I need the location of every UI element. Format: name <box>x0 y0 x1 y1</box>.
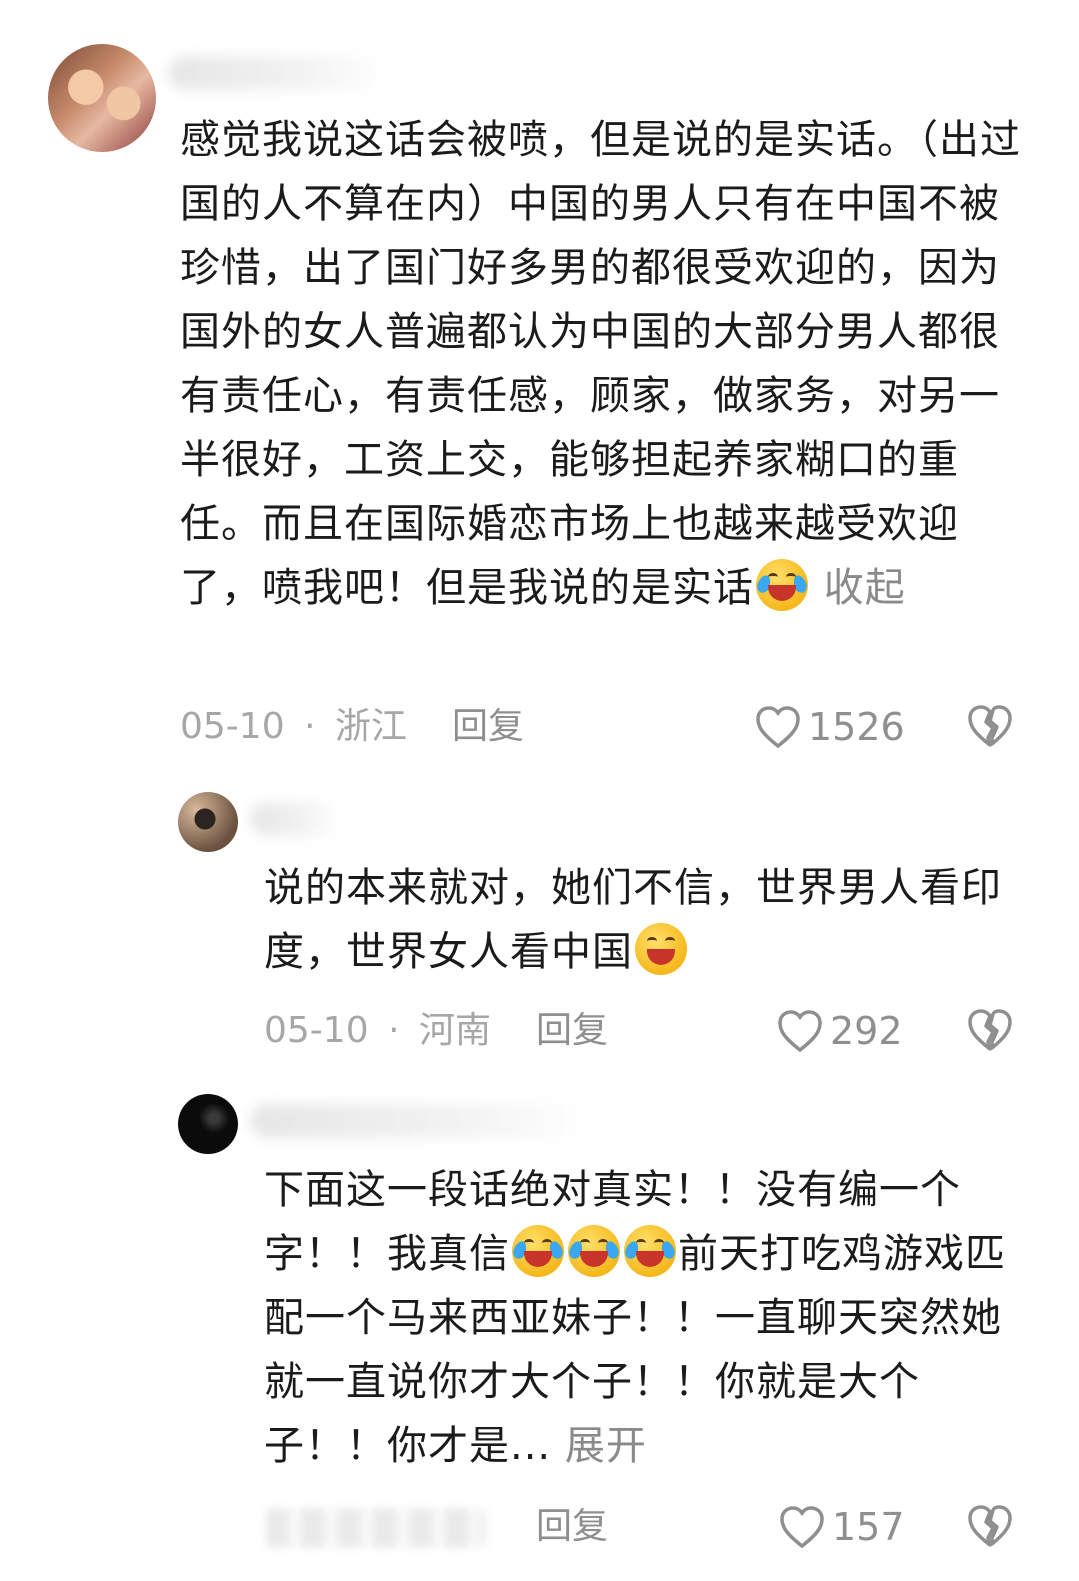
like-count: 1526 <box>808 705 905 749</box>
broken-heart-icon[interactable] <box>966 1006 1014 1054</box>
laugh-cry-emoji <box>567 1225 621 1277</box>
user-avatar[interactable] <box>178 1094 238 1154</box>
like-count: 157 <box>832 1505 905 1549</box>
heart-outline-icon <box>778 1010 822 1053</box>
reply-button[interactable]: 回复 <box>536 1502 608 1552</box>
username-blurred[interactable] <box>250 802 340 836</box>
reply-button[interactable]: 回复 <box>452 702 524 752</box>
comment-location: 浙江 <box>334 706 407 747</box>
broken-heart-icon[interactable] <box>966 1502 1014 1550</box>
meta-separator: · <box>304 706 316 747</box>
laugh-cry-emoji <box>511 1225 565 1277</box>
comment-meta: 05-10 · 河南 <box>264 1006 491 1056</box>
comment-location: 河南 <box>418 1010 491 1051</box>
comment-text: 下面这一段话绝对真实！！没有编一个字！！我真信 前天打吃鸡游戏匹配一个马来西亚妹子… <box>264 1167 1006 1469</box>
username-blurred[interactable] <box>250 1104 590 1138</box>
comment-meta: 05-10 · 浙江 <box>180 702 407 752</box>
user-avatar[interactable] <box>178 792 238 852</box>
comment-text: 感觉我说这话会被喷，但是说的是实话。（出过国的人不算在内）中国的男人只有在中国不… <box>180 117 1021 611</box>
laugh-cry-emoji <box>623 1225 677 1277</box>
broken-heart-icon[interactable] <box>966 702 1014 750</box>
collapse-link[interactable]: 收起 <box>824 565 906 611</box>
username-blurred[interactable] <box>168 56 388 90</box>
heart-outline-icon <box>780 1506 824 1549</box>
user-avatar[interactable] <box>48 44 156 152</box>
comment-2: 说的本来就对，她们不信，世界男人看印度，世界女人看中国 05-10 · 河南 回… <box>0 780 1079 1080</box>
comment-1: 感觉我说这话会被喷，但是说的是实话。（出过国的人不算在内）中国的男人只有在中国不… <box>0 0 1079 780</box>
comment-date: 05-10 <box>264 1010 369 1051</box>
laugh-cry-emoji <box>755 559 809 611</box>
comment-date: 05-10 <box>180 706 285 747</box>
meta-blurred <box>266 1508 486 1548</box>
like-button[interactable]: 292 <box>776 1006 903 1056</box>
meta-separator: · <box>388 1010 400 1051</box>
expand-link[interactable]: 展开 <box>565 1423 647 1469</box>
like-button[interactable]: 157 <box>778 1502 905 1552</box>
comment-3: 下面这一段话绝对真实！！没有编一个字！！我真信 前天打吃鸡游戏匹配一个马来西亚妹子… <box>0 1080 1079 1581</box>
like-button[interactable]: 1526 <box>754 702 905 752</box>
like-count: 292 <box>830 1009 903 1053</box>
heart-outline-icon <box>756 706 800 749</box>
grin-emoji <box>635 923 687 975</box>
comment-text: 说的本来就对，她们不信，世界男人看印度，世界女人看中国 <box>264 865 1002 975</box>
reply-button[interactable]: 回复 <box>536 1006 608 1056</box>
